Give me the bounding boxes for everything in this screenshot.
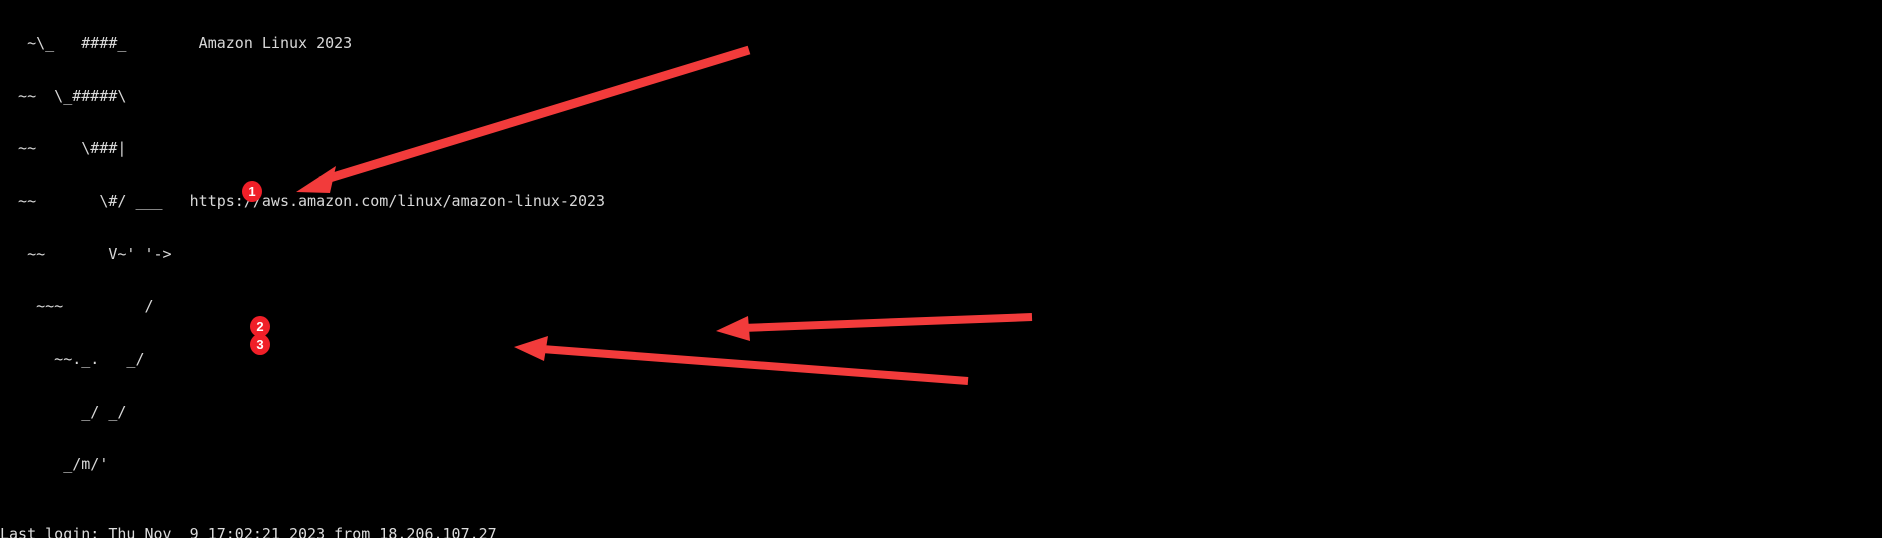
banner-line: ~\_ ####_ Amazon Linux 2023 bbox=[0, 34, 353, 53]
banner-line: ~~ \###| bbox=[0, 139, 127, 158]
last-login-line: Last login: Thu Nov 9 17:02:21 2023 from… bbox=[0, 525, 497, 538]
banner-line: _/ _/ bbox=[0, 402, 127, 421]
banner-line-with-url: ~~ \#/ ___ https://aws.amazon.com/linux/… bbox=[0, 192, 606, 211]
terminal-window[interactable]: ~\_ ####_ Amazon Linux 2023 ~~ \_#####\ … bbox=[0, 0, 1882, 538]
step-badge-3: 3 bbox=[250, 334, 270, 355]
terminal-output-area[interactable]: ~\_ ####_ Amazon Linux 2023 ~~ \_#####\ … bbox=[0, 0, 1882, 538]
banner-line: ~~~ / bbox=[0, 297, 154, 316]
step-badge-1: 1 bbox=[242, 181, 262, 202]
banner-line: ~~._. _/ bbox=[0, 349, 145, 368]
banner-line: ~~ V~' '-> bbox=[0, 244, 172, 263]
banner-line: _/m/' bbox=[0, 455, 109, 474]
banner-line: ~~ \_#####\ bbox=[0, 86, 127, 105]
